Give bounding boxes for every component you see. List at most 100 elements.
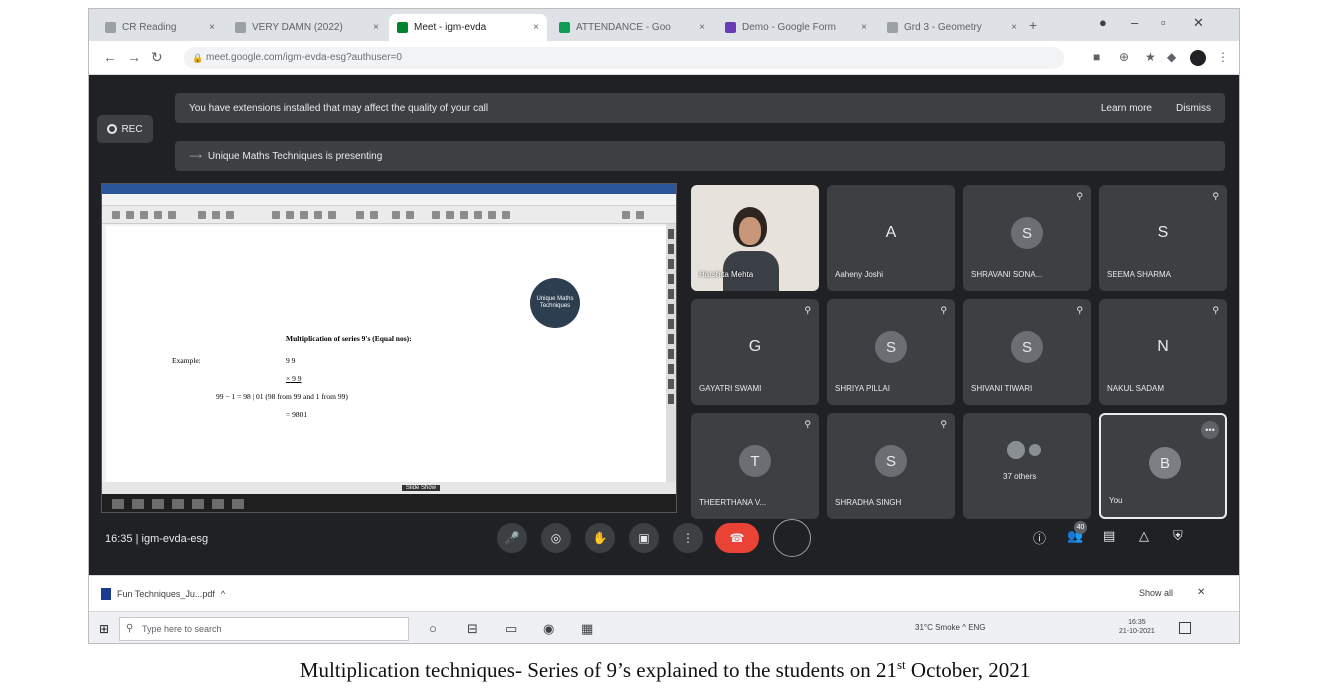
zoom-icon[interactable]: ⊕ — [1119, 50, 1129, 64]
more-options-button[interactable]: ⋮ — [673, 523, 703, 553]
learn-more-link[interactable]: Learn more — [1101, 103, 1152, 114]
mic-muted-icon: ⚲ — [1076, 305, 1083, 315]
pen-toolbar[interactable] — [666, 224, 676, 484]
widgets-icon[interactable]: ⊟ — [467, 621, 478, 637]
participant-name: GAYATRI SWAMI — [699, 384, 762, 393]
system-clock[interactable]: 16:35 21-10-2021 — [1119, 618, 1155, 636]
raise-hand-button[interactable]: ✋ — [585, 523, 615, 553]
close-tab-icon[interactable]: × — [373, 22, 379, 33]
tab-favicon-icon — [235, 22, 246, 33]
profile-avatar[interactable] — [1190, 50, 1206, 66]
participant-tile[interactable]: ⚲ G GAYATRI SWAMI — [691, 299, 819, 405]
forward-arrow-icon[interactable]: → — [127, 49, 141, 65]
browser-tab[interactable]: ATTENDANCE - Goo × — [551, 14, 713, 41]
browser-tab[interactable]: CR Reading × — [97, 14, 223, 41]
meeting-details-icon[interactable]: ⓘ — [1033, 528, 1046, 547]
shared-screen[interactable]: Unique Maths Techniques Multiplication o… — [101, 183, 677, 513]
camera-off-icon: ◎ — [550, 531, 562, 545]
browser-toolbar: ← → ↻ 🔒 meet.google.com/igm-evda-esg?aut… — [89, 41, 1239, 75]
menu-kebab-icon[interactable]: ⋮ — [1217, 50, 1229, 64]
tab-favicon-icon — [725, 22, 736, 33]
participant-tile[interactable]: ⚲ S SEEMA SHARMA — [1099, 185, 1227, 291]
participant-avatar: N — [1157, 338, 1169, 355]
browser-tab[interactable]: Grd 3 - Geometry × — [879, 14, 1025, 41]
meeting-code: igm-evda-esg — [141, 533, 209, 545]
recording-badge: REC — [97, 115, 153, 143]
browser-tab[interactable]: VERY DAMN (2022) × — [227, 14, 387, 41]
circle-outline-button[interactable] — [773, 519, 811, 557]
microphone-button[interactable]: 🎤 — [497, 523, 527, 553]
browser-tab[interactable]: Demo - Google Form × — [717, 14, 875, 41]
presenting-banner: ⟶ Unique Maths Techniques is presenting — [175, 141, 1225, 171]
close-tab-icon[interactable]: × — [533, 22, 539, 33]
mic-muted-icon: ⚲ — [940, 419, 947, 429]
participant-tile[interactable]: ⚲ S SHRAVANI SONA... — [963, 185, 1091, 291]
close-window-icon[interactable]: ✕ — [1193, 15, 1204, 31]
present-button[interactable]: ▣ — [629, 523, 659, 553]
mic-muted-icon: ⚲ — [1212, 191, 1219, 201]
others-avatars — [1007, 441, 1041, 459]
participant-avatar: S — [1011, 331, 1043, 363]
address-bar[interactable]: 🔒 meet.google.com/igm-evda-esg?authuser=… — [184, 47, 1064, 69]
reload-icon[interactable]: ↻ — [151, 49, 163, 66]
download-item[interactable]: Fun Techniques_Ju...pdf ^ — [101, 588, 225, 600]
participant-tile[interactable]: A Aaheny Joshi — [827, 185, 955, 291]
participant-name: Aaheny Joshi — [835, 270, 884, 279]
participant-tile[interactable]: ⚲ T THEERTHANA V... — [691, 413, 819, 519]
leave-call-button[interactable]: ☎ — [715, 523, 759, 553]
windows-start-icon[interactable]: ⊞ — [99, 622, 109, 636]
slide-title: Multiplication of series 9's (Equal nos)… — [286, 334, 412, 343]
participant-tile[interactable]: ⚲ S SHRIYA PILLAI — [827, 299, 955, 405]
downloads-bar: Fun Techniques_Ju...pdf ^ Show all ✕ — [89, 575, 1239, 611]
close-tab-icon[interactable]: × — [1011, 22, 1017, 33]
participant-tile[interactable]: ⚲ S SHIVANI TIWARI — [963, 299, 1091, 405]
extensions-icon[interactable]: ◆ — [1167, 50, 1176, 64]
show-all-button[interactable]: Show all — [1139, 588, 1173, 598]
participant-tile[interactable]: ⚲ N NAKUL SADAM — [1099, 299, 1227, 405]
notification-icon[interactable] — [1179, 622, 1191, 634]
camera-icon[interactable]: ■ — [1093, 50, 1100, 64]
minimize-icon[interactable]: – — [1131, 15, 1138, 30]
participant-tile[interactable]: ⚲ S SHRADHA SINGH — [827, 413, 955, 519]
host-controls-icon[interactable]: ⛨ — [1173, 528, 1183, 544]
lock-icon: 🔒 — [192, 53, 204, 63]
dismiss-button[interactable]: Dismiss — [1176, 103, 1211, 114]
task-view-icon[interactable]: ○ — [429, 621, 437, 636]
system-tray[interactable]: 31°C Smoke ^ ENG — [915, 623, 986, 632]
close-tab-icon[interactable]: × — [209, 22, 215, 33]
present-arrow-icon: ⟶ — [189, 150, 202, 161]
browser-tab-active[interactable]: Meet - igm-evda × — [389, 14, 547, 41]
chrome-icon[interactable]: ◉ — [543, 621, 554, 637]
close-downloads-icon[interactable]: ✕ — [1197, 587, 1205, 598]
close-tab-icon[interactable]: × — [861, 22, 867, 33]
activities-icon[interactable]: △ — [1139, 528, 1149, 544]
more-options-icon[interactable]: ••• — [1201, 421, 1219, 439]
bookmark-star-icon[interactable]: ★ — [1145, 50, 1156, 64]
math-line: 99 − 1 = 98 | 01 (98 from 99 and 1 from … — [216, 392, 348, 401]
participant-tile[interactable]: Harshita Mehta — [691, 185, 819, 291]
participant-name: SEEMA SHARMA — [1107, 270, 1172, 279]
restore-icon[interactable]: ▫ — [1161, 15, 1166, 30]
new-tab-button[interactable]: + — [1029, 17, 1037, 33]
camera-button[interactable]: ◎ — [541, 523, 571, 553]
status-highlight: Slide Show — [402, 485, 441, 491]
participant-avatar: S — [1157, 224, 1169, 241]
chat-icon[interactable]: ▤ — [1103, 528, 1115, 544]
search-icon: ⚲ — [126, 623, 134, 634]
participant-name: Harshita Mehta — [699, 270, 754, 279]
chevron-up-icon[interactable]: ^ — [221, 589, 225, 599]
present-screen-icon: ▣ — [638, 531, 650, 545]
powerpoint-icon[interactable]: ▦ — [581, 621, 593, 637]
account-circle-icon[interactable]: ● — [1099, 15, 1107, 30]
close-tab-icon[interactable]: × — [699, 22, 705, 33]
self-tile[interactable]: ••• B You — [1099, 413, 1227, 519]
extension-warning-banner: You have extensions installed that may a… — [175, 93, 1225, 123]
file-explorer-icon[interactable]: ▭ — [505, 621, 517, 637]
participant-avatar: S — [875, 445, 907, 477]
self-avatar: B — [1149, 447, 1181, 479]
others-tile[interactable]: 37 others — [963, 413, 1091, 519]
meeting-clock: 16:35 — [105, 533, 133, 545]
taskbar-search[interactable]: ⚲ Type here to search — [119, 617, 409, 641]
back-arrow-icon[interactable]: ← — [103, 49, 117, 65]
unique-maths-logo: Unique Maths Techniques — [530, 278, 580, 328]
